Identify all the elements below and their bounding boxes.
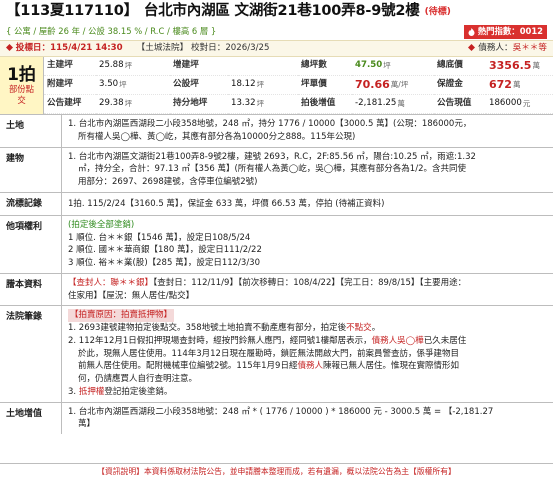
summary-value: 29.38 坪 <box>96 95 170 114</box>
court-item-cont: 於此，現無人居住使用。114年3月12日現在履勘時，鎖匠無法開啟大門，前案員警查… <box>78 348 459 359</box>
rights-item: 3 順位. 裕＊＊業(股)【285 萬】，設定日112/3/30 <box>68 258 260 269</box>
debtor-value: 吳＊＊等 <box>512 42 547 53</box>
diamond-icon <box>6 43 13 51</box>
summary-value: 3356.5 萬 <box>486 57 553 76</box>
property-auction-page: 【113夏117110】 台北市內湖區 文湖街21巷100弄8-9號2樓 (待標… <box>0 0 553 480</box>
court-section: 法院筆錄 【拍賣原因：拍賣抵押物】 1. 2693建號建物拍定後點交。358地號… <box>0 306 553 403</box>
summary-value: 186000 元 <box>486 95 553 114</box>
flame-icon <box>468 27 475 36</box>
property-specs: { 公寓 / 屋齡 26 年 / 公設 38.15 % / R.C / 樓高 6… <box>6 26 217 37</box>
bid-info-bar: 投標日：115/4/21 14:30 【土城法院】 校對日：2026/3/25 … <box>0 40 553 57</box>
section-label: 土地增值 <box>0 402 62 435</box>
summary-value: 25.88 坪 <box>96 57 170 76</box>
court-check-group: 【土城法院】 校對日：2026/3/25 <box>137 43 270 55</box>
rights-item: 1 順位. 台＊＊銀【1546 萬】，設定日108/5/24 <box>68 232 251 243</box>
summary-value: 3.50 坪 <box>96 76 170 95</box>
rights-section: 他項權利 (拍定後全部塗銷) 1 順位. 台＊＊銀【1546 萬】，設定日108… <box>0 215 553 274</box>
summary-value: 47.50 坪 <box>352 57 434 76</box>
summary-label: 坪單價 <box>298 76 352 95</box>
summary-label: 增建坪 <box>170 57 228 76</box>
summary-value: 70.66 萬/坪 <box>352 76 434 95</box>
hot-index-value: 0012 <box>519 26 543 37</box>
land-section: 土地 1. 台北市內湖區西湖段二小段358地號，248 ㎡，持分 1776 / … <box>0 115 553 148</box>
summary-label: 總坪數 <box>298 57 352 76</box>
summary-label: 持分地坪 <box>170 95 228 114</box>
court-details: 【拍賣原因：拍賣抵押物】 1. 2693建號建物拍定後點交。358地號土地拍賣不… <box>62 306 553 401</box>
footer-notice: 【資訊說明】本資料係取材法院公告，並申請謄本整理而成，若有遺漏，概以法院公告為主… <box>0 463 553 480</box>
lot-number: 1拍 <box>7 64 36 85</box>
land-line: 所有權人吳◯樺、黃◯屹，其應有部分各為10000分之888。115年公現) <box>78 131 356 142</box>
land-value-line: 萬】 <box>78 419 96 430</box>
section-label: 法院筆錄 <box>0 306 62 402</box>
auction-reason: 【拍賣原因：拍賣抵押物】 <box>68 309 175 323</box>
section-label: 謄本資料 <box>0 273 62 306</box>
summary-value: 13.32 坪 <box>228 95 298 114</box>
land-value-line: 1. 台北市內湖區西湖段二小段358地號：248 ㎡ * ( 1776 / 10… <box>68 406 494 417</box>
property-address: 台北市內湖區 文湖街21巷100弄8-9號2樓 <box>143 3 420 20</box>
lot-badge: 1拍 部份點交 <box>0 57 44 114</box>
rights-details: (拍定後全部塗銷) 1 順位. 台＊＊銀【1546 萬】，設定日108/5/24… <box>62 216 553 273</box>
page-header: 【113夏117110】 台北市內湖區 文湖街21巷100弄8-9號2樓 (待標… <box>0 0 553 24</box>
bid-date-label: 投標日： <box>15 42 51 53</box>
land-line: 1. 台北市內湖區西湖段二小段358地號，248 ㎡，持分 1776 / 100… <box>68 119 472 129</box>
check-date: 2026/3/25 <box>225 42 270 53</box>
summary-label: 保證金 <box>434 76 486 95</box>
building-line: 用部分：2697、2698建號，含停車位編號2號) <box>78 177 258 187</box>
land-value-section: 土地增值 1. 台北市內湖區西湖段二小段358地號：248 ㎡ * ( 1776… <box>0 402 553 435</box>
auction-section: 流標記錄 1拍. 115/2/24【3160.5 萬】，保証金 633 萬，坪價… <box>0 192 553 216</box>
summary-label: 公告建坪 <box>44 95 96 114</box>
summary-label: 公設坪 <box>170 76 228 95</box>
summary-label: 總底價 <box>434 57 486 76</box>
check-date-label: 校對日： <box>190 42 226 53</box>
building-section: 建物 1. 台北市內湖區文湖街21巷100弄8-9號2樓，建號 2693，R.C… <box>0 147 553 193</box>
building-line: ㎡，持分全，合計：97.13 ㎡【356 萬】(所有權人為黃◯屹，吳◯樺，其應有… <box>78 164 466 175</box>
summary-label: 公告現值 <box>434 95 486 114</box>
summary-panel: 1拍 部份點交 主建坪 25.88 坪 增建坪 總坪數 47.50 坪 總底價 33… <box>0 57 553 115</box>
rights-item: 2 順位. 國＊＊華商銀【180 萬】，設定日111/2/22 <box>68 245 262 256</box>
summary-label: 附建坪 <box>44 76 96 95</box>
building-details: 1. 台北市內湖區文湖街21巷100弄8-9號2樓，建號 2693，R.C，2F… <box>62 148 553 192</box>
court-item-cont: 何，仍請應買人自行查明注意。 <box>78 374 198 385</box>
summary-value: 18.12 坪 <box>228 76 298 95</box>
bid-date: 115/4/21 14:30 <box>50 42 123 53</box>
spec-bar: { 公寓 / 屋齡 26 年 / 公設 38.15 % / R.C / 樓高 6… <box>0 24 553 40</box>
land-details: 1. 台北市內湖區西湖段二小段358地號，248 ㎡，持分 1776 / 100… <box>62 115 553 147</box>
court-name: 【土城法院】 <box>136 42 189 53</box>
land-value-details: 1. 台北市內湖區西湖段二小段358地號：248 ㎡ * ( 1776 / 10… <box>62 403 553 435</box>
section-label: 土地 <box>0 115 62 147</box>
summary-grid: 主建坪 25.88 坪 增建坪 總坪數 47.50 坪 總底價 3356.5 萬 附建… <box>44 57 553 114</box>
debtor-label: 債務人： <box>478 42 513 53</box>
rights-heading: (拍定後全部塗銷) <box>68 219 135 230</box>
building-line: 1. 台北市內湖區文湖街21巷100弄8-9號2樓，建號 2693，R.C，2F… <box>68 151 476 162</box>
lease-line: 住家用】【屋況：無人居住/點交】 <box>68 290 195 301</box>
lease-section: 謄本資料 【查封人：聯＊＊銀】【查封日：112/11/9】【前次移轉日：108/… <box>0 273 553 307</box>
hot-index-label: 熱門指數： <box>477 26 520 37</box>
summary-value <box>228 57 298 76</box>
section-label: 建物 <box>0 147 62 192</box>
status-tag: (待標) <box>424 6 451 17</box>
court-item: 3. 抵押權登記拍定後塗銷。 <box>68 386 173 397</box>
summary-label: 主建坪 <box>44 57 96 76</box>
section-label: 流標記錄 <box>0 192 62 215</box>
court-item: 2. 112年12月1日假扣押現場查封時，經按門鈴無人應門，經同號1樓鄰居表示，… <box>68 335 467 346</box>
lease-details: 【查封人：聯＊＊銀】【查封日：112/11/9】【前次移轉日：108/4/22】… <box>62 274 553 306</box>
court-item-cont: 前無人居住使用。配附機械車位編號2號。115年1月9日經債務人陳報已無人居住。惟… <box>78 361 459 372</box>
summary-label: 拍後增值 <box>298 95 352 114</box>
summary-value: 672 萬 <box>486 76 553 95</box>
court-item: 1. 2693建號建物拍定後點交。358地號土地拍賣不動產應有部分，拍定後不點交… <box>68 323 381 334</box>
bid-date-group: 投標日：115/4/21 14:30 <box>6 43 123 55</box>
lot-note: 部份點交 <box>8 84 35 105</box>
case-id: 【113夏117110】 <box>6 3 138 20</box>
diamond-icon <box>468 43 476 51</box>
lease-line: 【查封人：聯＊＊銀】【查封日：112/11/9】【前次移轉日：108/4/22】… <box>68 277 467 288</box>
hot-index-badge: 熱門指數：0012 <box>463 25 547 39</box>
debtor-group: 債務人：吳＊＊等 <box>468 43 547 55</box>
summary-value: -2,181.25 萬 <box>352 95 434 114</box>
section-label: 他項權利 <box>0 215 62 273</box>
auction-record: 1拍. 115/2/24【3160.5 萬】，保証金 633 萬，坪價 66.5… <box>68 198 385 209</box>
